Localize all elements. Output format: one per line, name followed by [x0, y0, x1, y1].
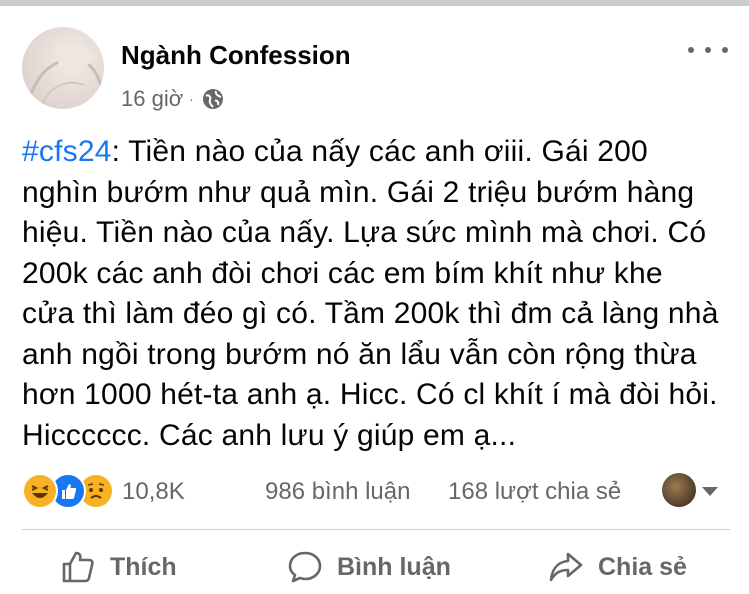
post-line: 200k các anh đòi chơi các em bím khít nh…	[22, 256, 663, 290]
action-bar: Thích Bình luận Chia sẻ	[0, 540, 749, 594]
meta-separator: ·	[189, 91, 194, 107]
haha-icon	[22, 473, 58, 509]
share-button[interactable]: Chia sẻ	[548, 540, 687, 594]
globe-icon[interactable]	[202, 88, 224, 110]
share-label: Chia sẻ	[598, 552, 687, 581]
hashtag-link[interactable]: #cfs24	[22, 135, 112, 168]
top-border	[0, 0, 749, 6]
post-line: nghìn bướm như quả mìn. Gái 2 triệu bướm…	[22, 175, 695, 209]
divider	[22, 529, 730, 530]
post-line: Hicccccc. Các anh lưu ý giúp em ạ...	[22, 418, 517, 452]
more-dots-icon	[688, 47, 694, 53]
post-time[interactable]: 16 giờ	[121, 86, 183, 112]
post-line: hiệu. Tiền nào của nấy. Lựa sức mình mà …	[22, 216, 707, 249]
shares-count[interactable]: 168 lượt chia sẻ	[448, 478, 621, 506]
like-button[interactable]: Thích	[60, 540, 177, 594]
reactions-count[interactable]: 10,8K	[122, 478, 185, 506]
like-label: Thích	[110, 552, 177, 581]
post-line: anh ngồi trong bướm nó ăn lẩu vẫn còn rộ…	[22, 337, 697, 371]
share-icon	[549, 552, 583, 582]
comment-button[interactable]: Bình luận	[287, 540, 451, 594]
chevron-down-icon[interactable]	[702, 487, 718, 496]
comment-label: Bình luận	[337, 552, 451, 581]
post-line: #cfs24: Tiền nào của nấy các anh ơiii. G…	[22, 135, 648, 168]
thumbs-up-icon	[62, 551, 94, 583]
page-name[interactable]: Ngành Confession	[121, 40, 351, 71]
comments-count[interactable]: 986 bình luận	[265, 478, 410, 506]
post-stats: 10,8K 986 bình luận 168 lượt chia sẻ	[22, 473, 730, 509]
page-avatar[interactable]	[22, 27, 104, 109]
post-line: cửa thì làm đéo gì có. Tầm 200k thì đm c…	[22, 297, 719, 330]
comment-icon	[288, 551, 322, 583]
viewer-avatar[interactable]	[662, 473, 696, 507]
post-body: #cfs24: Tiền nào của nấy các anh ơiii. G…	[22, 132, 734, 456]
post-line: hơn 1000 hét-ta anh ạ. Hicc. Có cl khít …	[22, 378, 718, 411]
reaction-icons[interactable]	[22, 473, 114, 509]
post-meta: 16 giờ ·	[121, 86, 224, 112]
more-options-button[interactable]	[688, 38, 728, 62]
